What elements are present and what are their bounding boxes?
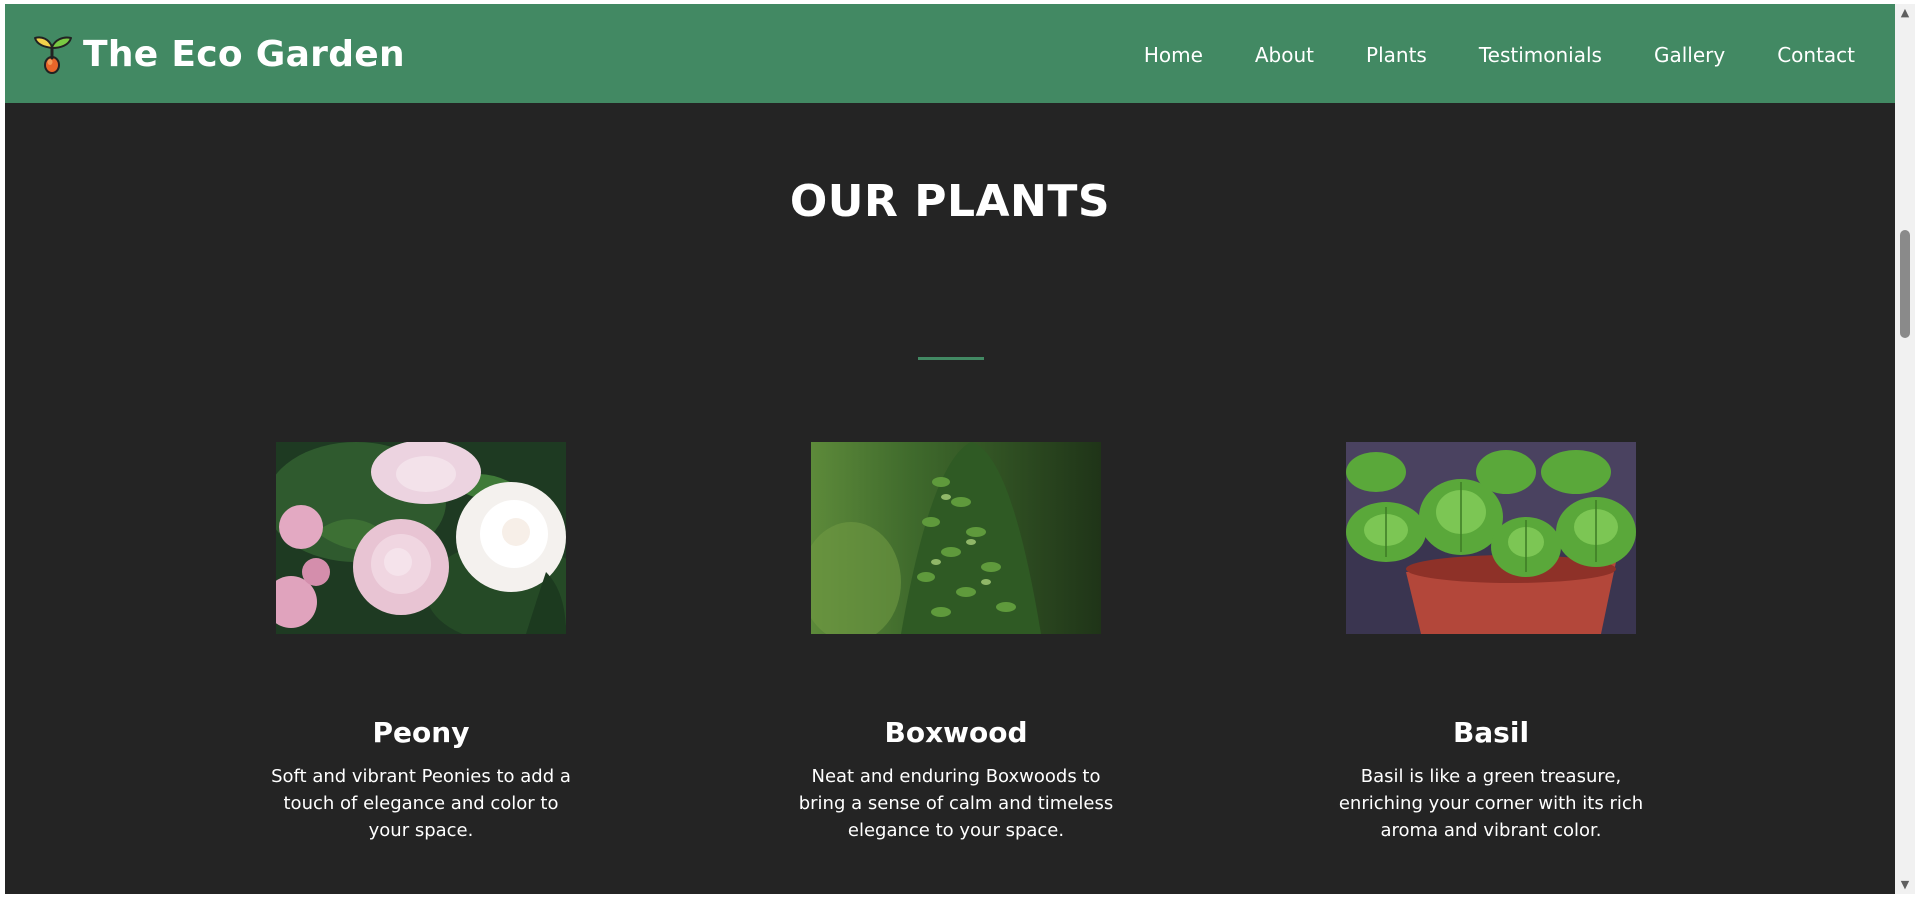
nav-contact[interactable]: Contact: [1777, 43, 1855, 67]
scrollbar-thumb[interactable]: [1900, 230, 1910, 338]
brand-title: The Eco Garden: [83, 33, 405, 75]
brand[interactable]: The Eco Garden: [31, 31, 405, 77]
peony-image[interactable]: [276, 442, 566, 634]
section-title: OUR PLANTS: [789, 176, 1111, 227]
main-nav: Home About Plants Testimonials Gallery C…: [1144, 43, 1855, 67]
nav-about[interactable]: About: [1255, 43, 1314, 67]
plant-card-peony: Peony Soft and vibrant Peonies to add a …: [241, 442, 601, 844]
plant-description: Neat and enduring Boxwoods to bring a se…: [798, 766, 1114, 841]
scroll-up-arrow-icon[interactable]: ▲: [1895, 4, 1915, 22]
plant-description: Soft and vibrant Peonies to add a touch …: [271, 766, 571, 841]
page: The Eco Garden Home About Plants Testimo…: [5, 4, 1895, 894]
section-divider: [918, 357, 984, 360]
scroll-down-arrow-icon[interactable]: ▼: [1895, 876, 1915, 894]
plant-description: Basil is like a green treasure, enrichin…: [1338, 766, 1644, 841]
nav-plants[interactable]: Plants: [1366, 43, 1427, 67]
basil-image[interactable]: [1346, 442, 1636, 634]
plant-name: Peony: [372, 716, 470, 749]
nav-testimonials[interactable]: Testimonials: [1479, 43, 1602, 67]
vertical-scrollbar[interactable]: ▲ ▼: [1895, 4, 1915, 894]
site-header: The Eco Garden Home About Plants Testimo…: [5, 4, 1895, 103]
nav-home[interactable]: Home: [1144, 43, 1203, 67]
plant-name: Boxwood: [884, 716, 1028, 749]
plant-name: Basil: [1452, 716, 1530, 749]
plant-card-boxwood: Boxwood Neat and enduring Boxwoods to br…: [776, 442, 1136, 844]
sprout-icon: [34, 36, 72, 74]
plant-card-basil: Basil Basil is like a green treasure, en…: [1311, 442, 1671, 844]
boxwood-image[interactable]: [811, 442, 1101, 634]
nav-gallery[interactable]: Gallery: [1654, 43, 1725, 67]
